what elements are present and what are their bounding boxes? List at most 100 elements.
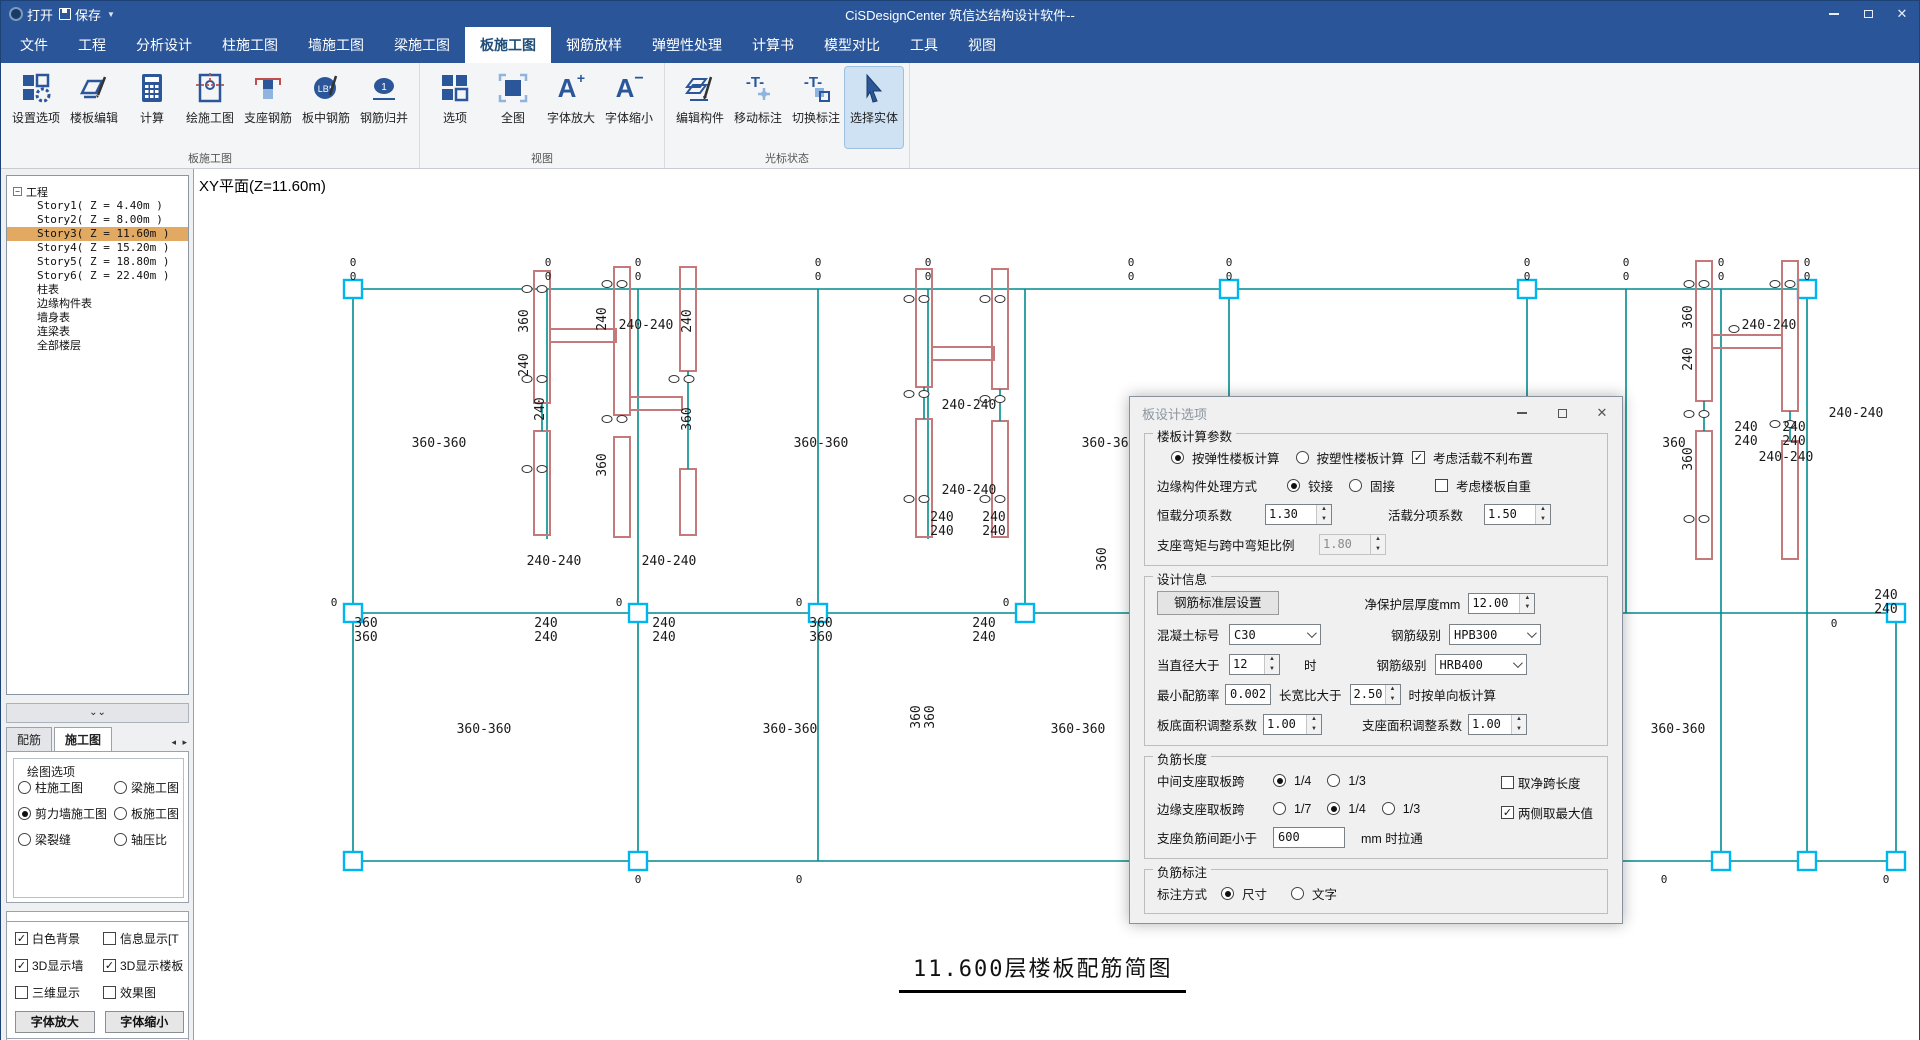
移动标注-button[interactable]: -T-移动标注	[729, 67, 787, 148]
tree-root-node[interactable]: −工程	[7, 184, 188, 199]
rebar-grade1-select[interactable]: HPB300	[1449, 624, 1541, 645]
radio-轴压比[interactable]: 轴压比	[114, 831, 181, 848]
menu-tab-分析设计[interactable]: 分析设计	[121, 27, 207, 63]
menu-tab-柱施工图[interactable]: 柱施工图	[207, 27, 293, 63]
mid-third-radio[interactable]	[1327, 774, 1340, 787]
radio-板施工图[interactable]: 板施工图	[114, 805, 181, 822]
edge-seventh-radio[interactable]	[1273, 802, 1286, 815]
支座钢筋-button[interactable]: 支座钢筋	[239, 67, 297, 148]
diameter-input[interactable]: 12▲▼	[1229, 654, 1280, 675]
rebar-grade2-select[interactable]: HRB400	[1435, 654, 1527, 675]
sidebar-tab-配筋[interactable]: 配筋	[6, 727, 52, 751]
编辑构件-button[interactable]: 编辑构件	[671, 67, 729, 148]
radio-梁裂缝[interactable]: 梁裂缝	[18, 831, 114, 848]
切换标注-button[interactable]: -T-切换标注	[787, 67, 845, 148]
tree-item[interactable]: Story3( Z = 11.60m )	[7, 227, 188, 241]
save-button[interactable]: 保存	[59, 5, 101, 24]
tree-item[interactable]: 柱表	[7, 283, 188, 297]
open-button[interactable]: 打开	[9, 5, 53, 24]
tree-expander-icon[interactable]: −	[13, 187, 22, 196]
menu-tab-计算书[interactable]: 计算书	[737, 27, 809, 63]
checkbox-信息显示[T[interactable]: 信息显示[T	[103, 930, 184, 947]
cover-input[interactable]: 12.00▲▼	[1468, 593, 1535, 614]
menu-tab-工具[interactable]: 工具	[895, 27, 953, 63]
bottom-adj-input[interactable]: 1.00▲▼	[1263, 714, 1322, 735]
checkbox-三维显示[interactable]: 三维显示	[15, 984, 103, 1001]
checkbox-3D显示墙[interactable]: 3D显示墙	[15, 957, 103, 974]
计算-button[interactable]: 计算	[123, 67, 181, 148]
tree-item[interactable]: Story1( Z = 4.40m )	[7, 199, 188, 213]
mark-text-radio[interactable]	[1291, 887, 1304, 900]
选项-button[interactable]: 选项	[426, 67, 484, 148]
font-shrink-button[interactable]: 字体缩小	[105, 1011, 185, 1033]
close-button[interactable]: ✕	[1885, 1, 1919, 27]
radio-剪力墙施工图[interactable]: 剪力墙施工图	[18, 805, 114, 822]
svg-text:240: 240	[1681, 347, 1696, 370]
menu-tab-弹塑性处理[interactable]: 弹塑性处理	[637, 27, 737, 63]
checkbox-白色背景[interactable]: 白色背景	[15, 930, 103, 947]
sidebar-tab-施工图[interactable]: 施工图	[54, 727, 112, 752]
net-span-checkbox[interactable]	[1501, 776, 1514, 789]
全图-button[interactable]: 全图	[484, 67, 542, 148]
menu-tab-文件[interactable]: 文件	[5, 27, 63, 63]
mark-dimension-radio[interactable]	[1221, 887, 1234, 900]
字体缩小-button[interactable]: A−字体缩小	[600, 67, 658, 148]
menu-tab-墙施工图[interactable]: 墙施工图	[293, 27, 379, 63]
钢筋归并-button[interactable]: 1钢筋归并	[355, 67, 413, 148]
tree-item[interactable]: Story4( Z = 15.20m )	[7, 241, 188, 255]
dialog-close-button[interactable]: ✕	[1582, 397, 1622, 429]
menu-tab-工程[interactable]: 工程	[63, 27, 121, 63]
dialog-minimize-button[interactable]	[1502, 397, 1542, 429]
设置选项-button[interactable]: 设置选项	[7, 67, 65, 148]
tree-item[interactable]: Story6( Z = 22.40m )	[7, 269, 188, 283]
绘施工图-button[interactable]: 绘施工图	[181, 67, 239, 148]
aspect-input[interactable]: 2.50▲▼	[1350, 684, 1401, 705]
radio-梁施工图[interactable]: 梁施工图	[114, 779, 181, 796]
minimize-button[interactable]	[1817, 1, 1851, 27]
tab-scroll-arrows[interactable]: ◂ ▸	[171, 737, 189, 751]
edge-third-radio[interactable]	[1382, 802, 1395, 815]
radio-柱施工图[interactable]: 柱施工图	[18, 779, 114, 796]
checkbox-3D显示楼板[interactable]: 3D显示楼板	[103, 957, 184, 974]
menu-tab-视图[interactable]: 视图	[953, 27, 1011, 63]
字体放大-button[interactable]: A+字体放大	[542, 67, 600, 148]
support-adj-input[interactable]: 1.00▲▼	[1468, 714, 1527, 735]
maximize-button[interactable]	[1851, 1, 1885, 27]
edge-quarter-radio[interactable]	[1327, 802, 1340, 815]
选择实体-button[interactable]: 选择实体	[845, 67, 903, 148]
slab-weight-checkbox[interactable]	[1435, 479, 1448, 492]
板中钢筋-button[interactable]: LB*板中钢筋	[297, 67, 355, 148]
tree-item[interactable]: Story5( Z = 18.80m )	[7, 255, 188, 269]
concrete-select[interactable]: C30	[1229, 624, 1321, 645]
font-enlarge-button[interactable]: 字体放大	[15, 1011, 95, 1033]
tree-item[interactable]: 边缘构件表	[7, 297, 188, 311]
menu-tab-梁施工图[interactable]: 梁施工图	[379, 27, 465, 63]
tree-item[interactable]: 连梁表	[7, 325, 188, 339]
quick-access-caret-icon[interactable]: ▼	[107, 10, 115, 19]
live-factor-input[interactable]: 1.50▲▼	[1484, 504, 1551, 525]
min-ratio-input[interactable]: 0.002	[1225, 684, 1271, 705]
dead-factor-input[interactable]: 1.30▲▼	[1265, 504, 1332, 525]
floor-plan-drawing[interactable]: 0000000000000000000000240-240360-360360-…	[194, 169, 1919, 1006]
menu-tab-模型对比[interactable]: 模型对比	[809, 27, 895, 63]
mid-quarter-radio[interactable]	[1273, 774, 1286, 787]
checkbox-效果图[interactable]: 效果图	[103, 984, 184, 1001]
tree-item[interactable]: 全部楼层	[7, 339, 188, 353]
dialog-maximize-button[interactable]	[1542, 397, 1582, 429]
title-bar: 打开 保存 ▼ CiSDesignCenter 筑信达结构设计软件-- ✕	[1, 1, 1919, 27]
tree-collapse-button[interactable]: ⌄⌄	[6, 703, 189, 723]
menu-tab-板施工图[interactable]: 板施工图	[465, 27, 551, 63]
hinged-radio[interactable]	[1287, 479, 1300, 492]
button-label: 设置选项	[12, 109, 60, 126]
elastic-radio[interactable]	[1171, 451, 1184, 464]
tree-item[interactable]: Story2( Z = 8.00m )	[7, 213, 188, 227]
tree-item[interactable]: 墙身表	[7, 311, 188, 325]
both-max-checkbox[interactable]	[1501, 806, 1514, 819]
rebar-standard-layer-button[interactable]: 钢筋标准层设置	[1157, 591, 1279, 615]
plastic-radio[interactable]	[1296, 451, 1309, 464]
spacing-input[interactable]: 600	[1273, 827, 1345, 848]
menu-tab-钢筋放样[interactable]: 钢筋放样	[551, 27, 637, 63]
live-unfavorable-checkbox[interactable]	[1412, 451, 1425, 464]
fixed-radio[interactable]	[1349, 479, 1362, 492]
楼板编辑-button[interactable]: 楼板编辑	[65, 67, 123, 148]
